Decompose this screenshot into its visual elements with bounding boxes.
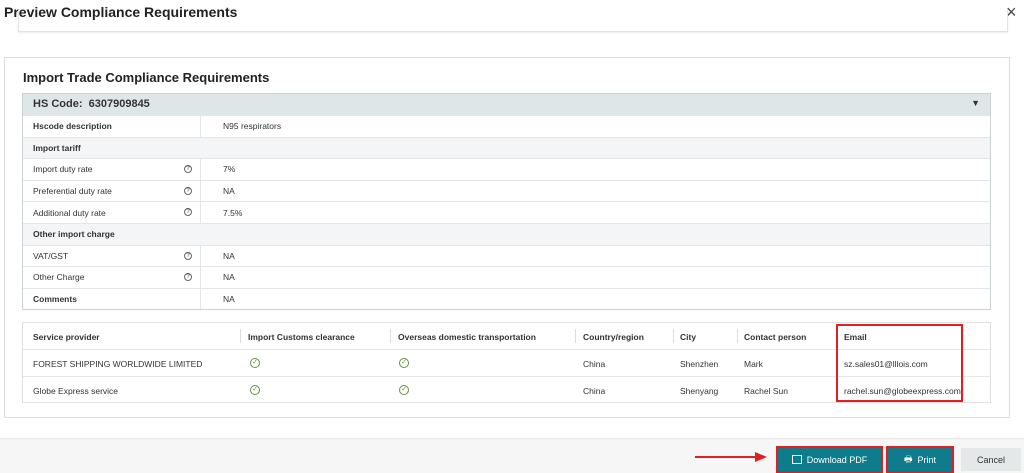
row-label: Import duty rate <box>33 164 93 175</box>
group-row: Other import charge <box>23 222 990 245</box>
row-label: VAT/GST <box>33 250 69 261</box>
help-icon[interactable]: ? <box>184 273 192 282</box>
row-label: Hscode description <box>23 116 201 137</box>
hs-code-header[interactable]: HS Code: 6307909845 ▼ <box>23 94 990 115</box>
check-circle-icon: ✓ <box>250 385 260 395</box>
service-provider-table: Service provider Import Customs clearanc… <box>22 322 991 403</box>
check-circle-icon: ✓ <box>399 358 409 368</box>
row-value: NA <box>223 294 235 305</box>
row-value: NA <box>223 272 235 283</box>
check-circle-icon: ✓ <box>399 385 409 395</box>
city: Shenyang <box>680 386 719 396</box>
table-row: Preferential duty rate? NA <box>23 179 990 202</box>
printer-icon: 🖶 <box>903 453 913 464</box>
hs-code-label: HS Code: <box>33 98 83 110</box>
country: China <box>583 386 606 396</box>
hs-code-value: 6307909845 <box>88 98 150 110</box>
row-label: Comments <box>23 288 201 310</box>
annotation-arrowhead <box>755 452 767 462</box>
row-label: Preferential duty rate <box>33 186 112 197</box>
check-circle-icon: ✓ <box>250 358 260 368</box>
row-label: Additional duty rate <box>33 207 106 218</box>
annotation-arrow <box>695 456 757 458</box>
group-row: Import tariff <box>23 136 990 159</box>
col-header: Contact person <box>744 332 807 342</box>
download-pdf-button[interactable]: Download PDF <box>776 446 883 473</box>
table-row: Other Charge? NA <box>23 266 990 288</box>
row-label: Other Charge <box>33 272 85 283</box>
country: China <box>583 359 606 369</box>
col-header: Overseas domestic transportation <box>398 332 536 342</box>
col-header: City <box>680 332 697 342</box>
section-title: Import Trade Compliance Requirements <box>23 70 270 85</box>
hs-code-table: HS Code: 6307909845 ▼ Hscode description N… <box>22 93 991 311</box>
dialog-footer: Download PDF 🖶 Print Cancel <box>0 438 1024 473</box>
download-label: Download PDF <box>806 454 868 465</box>
pdf-icon <box>791 455 802 464</box>
help-icon[interactable]: ? <box>184 186 192 195</box>
provider-name: Globe Express service <box>33 386 119 396</box>
help-icon[interactable]: ? <box>184 208 192 217</box>
caret-down-icon[interactable]: ▼ <box>971 98 980 108</box>
table-row: VAT/GST? NA <box>23 244 990 267</box>
table-row: Hscode description N95 respirators <box>23 115 990 137</box>
print-button[interactable]: 🖶 Print <box>886 446 954 473</box>
col-header: Import Customs clearance <box>248 332 355 342</box>
table-row: Additional duty rate? 7.5% <box>23 201 990 223</box>
provider-name: FOREST SHIPPING WORLDWIDE LIMITED <box>33 359 203 369</box>
table-row: Comments NA <box>23 287 990 310</box>
help-icon[interactable]: ? <box>184 251 192 260</box>
row-value: NA <box>223 250 235 261</box>
city: Shenzhen <box>680 359 719 369</box>
previous-card <box>18 10 1008 32</box>
col-header: Country/region <box>583 332 644 342</box>
group-label: Other import charge <box>33 229 115 240</box>
group-label: Import tariff <box>33 142 81 153</box>
col-header: Service provider <box>33 332 100 342</box>
cancel-button[interactable]: Cancel <box>961 448 1021 471</box>
contact-person: Mark <box>744 359 763 369</box>
help-icon[interactable]: ? <box>184 165 192 174</box>
email-highlight-box <box>836 324 963 402</box>
contact-person: Rachel Sun <box>744 386 788 396</box>
row-value: 7.5% <box>223 207 243 218</box>
row-value: NA <box>223 186 235 197</box>
table-row: Import duty rate? 7% <box>23 158 990 180</box>
print-label: Print <box>917 454 936 465</box>
row-value: 7% <box>223 164 236 175</box>
row-value: N95 respirators <box>223 121 282 132</box>
compliance-panel: Import Trade Compliance Requirements HS … <box>4 57 1010 418</box>
